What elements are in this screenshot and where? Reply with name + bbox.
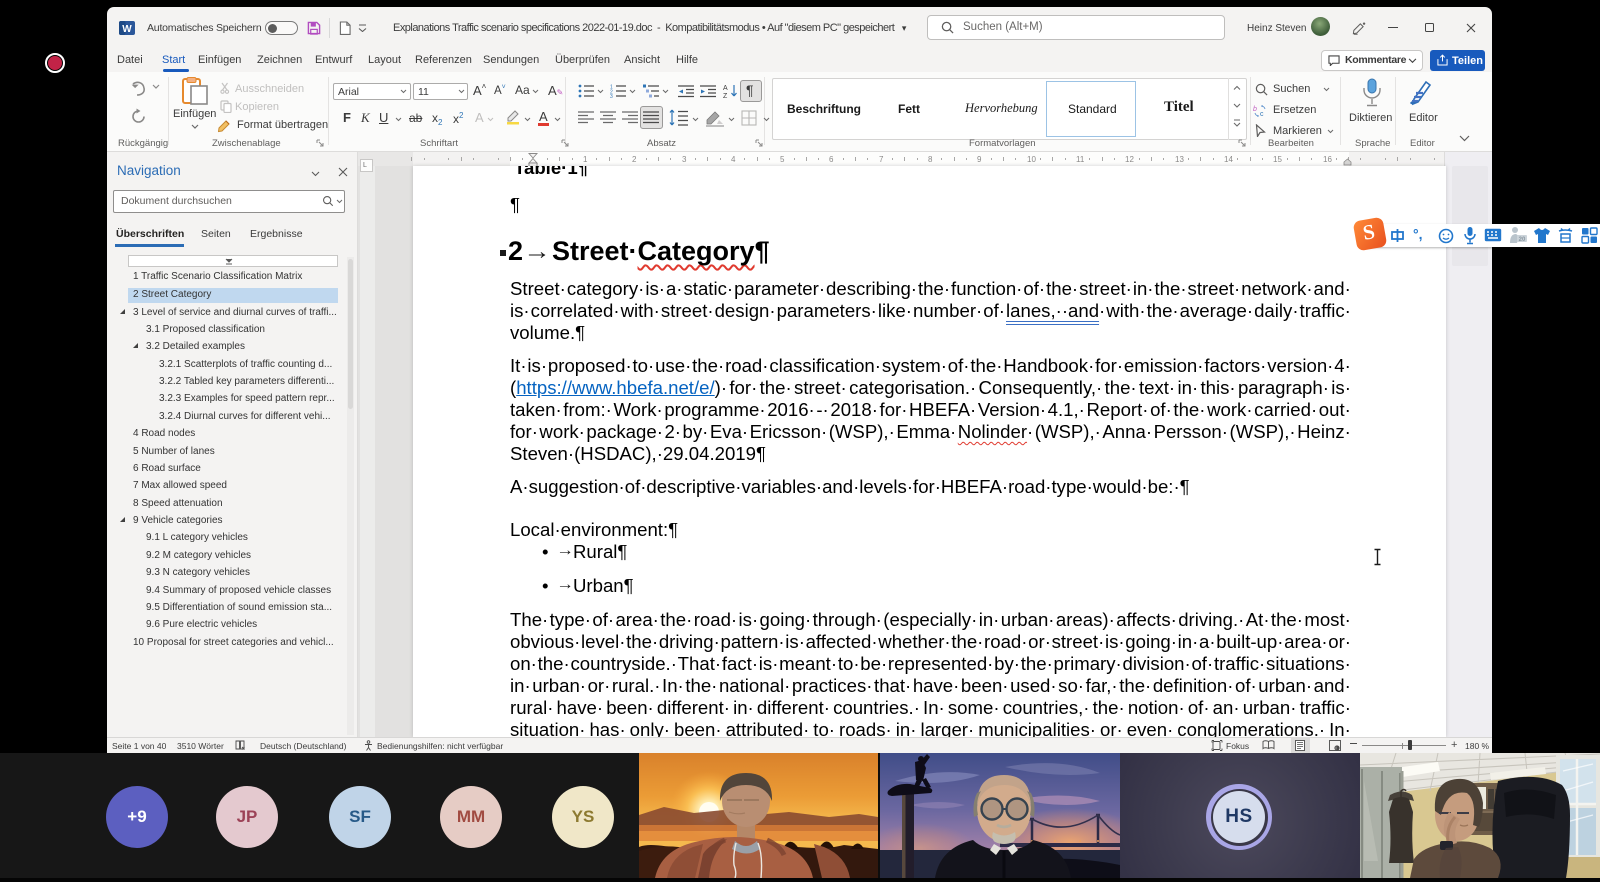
svg-text:3: 3 xyxy=(610,94,613,98)
svg-text:Z: Z xyxy=(723,93,728,99)
svg-text:c: c xyxy=(1260,111,1264,118)
svg-text:i: i xyxy=(1336,746,1337,751)
svg-text:W: W xyxy=(122,24,132,35)
svg-text:20: 20 xyxy=(1519,237,1526,243)
svg-text:A: A xyxy=(723,85,728,92)
svg-text:b: b xyxy=(1253,106,1257,113)
